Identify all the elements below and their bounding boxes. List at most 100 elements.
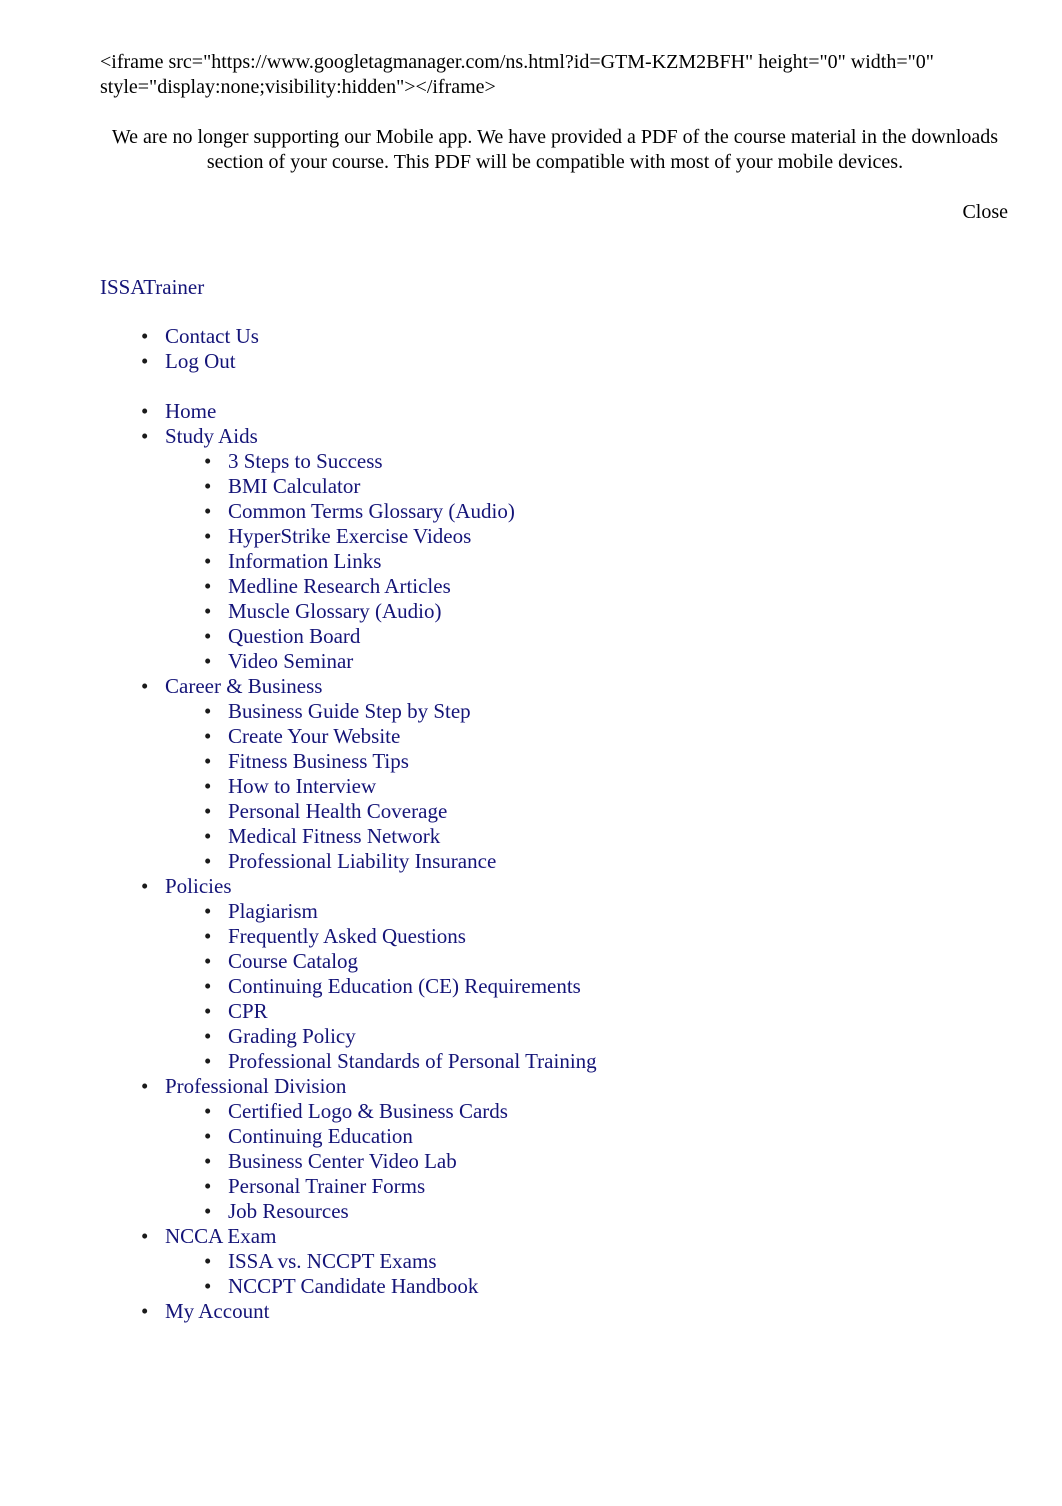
nav-subitem-business-center-video-lab[interactable]: • Business Center Video Lab <box>0 1149 1062 1174</box>
nav-link-label[interactable]: ISSA vs. NCCPT Exams <box>228 1249 437 1273</box>
nav-link-label[interactable]: Certified Logo & Business Cards <box>228 1099 508 1123</box>
nav-link-label[interactable]: Medical Fitness Network <box>228 824 440 848</box>
nav-item-home[interactable]: • Home <box>0 399 1062 424</box>
nav-subitem-professional-liability-insurance[interactable]: • Professional Liability Insurance <box>0 849 1062 874</box>
nav-link-label[interactable]: Grading Policy <box>228 1024 356 1048</box>
nav-subitem-information-links[interactable]: • Information Links <box>0 549 1062 574</box>
nav-subitem-issa-vs-nccpt-exams[interactable]: • ISSA vs. NCCPT Exams <box>0 1249 1062 1274</box>
nav-link-label[interactable]: Career & Business <box>165 674 322 698</box>
nav-subitem-plagiarism[interactable]: • Plagiarism <box>0 899 1062 924</box>
nav-subitem-certified-logo-and-business-cards[interactable]: • Certified Logo & Business Cards <box>0 1099 1062 1124</box>
nav-subitem-bmi-calculator[interactable]: • BMI Calculator <box>0 474 1062 499</box>
nav-subitem-video-seminar[interactable]: • Video Seminar <box>0 649 1062 674</box>
bullet-icon: • <box>204 899 212 923</box>
close-button[interactable]: Close <box>962 201 1008 223</box>
nav-link-label[interactable]: 3 Steps to Success <box>228 449 383 473</box>
google-tag-manager-iframe-code: <iframe src="https://www.googletagmanage… <box>100 51 934 98</box>
nav-item-career-and-business[interactable]: • Career & Business <box>0 674 1062 699</box>
nav-subitem-job-resources[interactable]: • Job Resources <box>0 1199 1062 1224</box>
bullet-icon: • <box>204 624 212 648</box>
nav-subitem-how-to-interview[interactable]: • How to Interview <box>0 774 1062 799</box>
nav-subitem-grading-policy[interactable]: • Grading Policy <box>0 1024 1062 1049</box>
bullet-icon: • <box>204 924 212 948</box>
nav-subitem-medline-research-articles[interactable]: • Medline Research Articles <box>0 574 1062 599</box>
nav-item-contact-us[interactable]: • Contact Us <box>0 324 1062 349</box>
nav-link-label[interactable]: Log Out <box>165 349 236 373</box>
main-nav-list: • Home • Study Aids • 3 Steps to Success… <box>0 399 1062 1324</box>
nav-item-log-out[interactable]: • Log Out <box>0 349 1062 374</box>
nav-link-label[interactable]: NCCA Exam <box>165 1224 276 1248</box>
nav-subitem-muscle-glossary[interactable]: • Muscle Glossary (Audio) <box>0 599 1062 624</box>
nav-link-label[interactable]: Home <box>165 399 216 423</box>
nav-link-label[interactable]: HyperStrike Exercise Videos <box>228 524 471 548</box>
nav-link-label[interactable]: Create Your Website <box>228 724 400 748</box>
nav-subitem-continuing-education[interactable]: • Continuing Education <box>0 1124 1062 1149</box>
nav-subitem-business-guide-step-by-step[interactable]: • Business Guide Step by Step <box>0 699 1062 724</box>
nav-link-label[interactable]: Policies <box>165 874 232 898</box>
bullet-icon: • <box>141 674 149 698</box>
nav-link-label[interactable]: Continuing Education (CE) Requirements <box>228 974 581 998</box>
page-root: <iframe src="https://www.googletagmanage… <box>0 0 1062 1506</box>
bullet-icon: • <box>204 1199 212 1223</box>
nav-subitem-common-terms-glossary[interactable]: • Common Terms Glossary (Audio) <box>0 499 1062 524</box>
nav-subitem-3-steps-to-success[interactable]: • 3 Steps to Success <box>0 449 1062 474</box>
nav-link-label[interactable]: My Account <box>165 1299 269 1323</box>
nav-link-label[interactable]: Professional Liability Insurance <box>228 849 496 873</box>
nav-subitem-personal-trainer-forms[interactable]: • Personal Trainer Forms <box>0 1174 1062 1199</box>
nav-link-label[interactable]: BMI Calculator <box>228 474 360 498</box>
main-navigation: • Home • Study Aids • 3 Steps to Success… <box>0 399 1062 1324</box>
bullet-icon: • <box>204 1024 212 1048</box>
bullet-icon: • <box>141 1074 149 1098</box>
nav-link-label[interactable]: Business Guide Step by Step <box>228 699 471 723</box>
nav-link-label[interactable]: Personal Trainer Forms <box>228 1174 425 1198</box>
nav-link-label[interactable]: Personal Health Coverage <box>228 799 447 823</box>
bullet-icon: • <box>141 424 149 448</box>
bullet-icon: • <box>204 474 212 498</box>
nav-link-label[interactable]: Job Resources <box>228 1199 349 1223</box>
nav-link-label[interactable]: Course Catalog <box>228 949 358 973</box>
nav-link-label[interactable]: Frequently Asked Questions <box>228 924 466 948</box>
nav-subitem-continuing-education-requirements[interactable]: • Continuing Education (CE) Requirements <box>0 974 1062 999</box>
nav-subitem-frequently-asked-questions[interactable]: • Frequently Asked Questions <box>0 924 1062 949</box>
bullet-icon: • <box>204 649 212 673</box>
nav-item-ncca-exam[interactable]: • NCCA Exam <box>0 1224 1062 1249</box>
bullet-icon: • <box>204 799 212 823</box>
nav-subitem-question-board[interactable]: • Question Board <box>0 624 1062 649</box>
bullet-icon: • <box>204 999 212 1023</box>
nav-link-label[interactable]: Information Links <box>228 549 381 573</box>
utility-navigation: • Contact Us • Log Out <box>0 324 1062 374</box>
nav-subitem-personal-health-coverage[interactable]: • Personal Health Coverage <box>0 799 1062 824</box>
nav-link-label[interactable]: Muscle Glossary (Audio) <box>228 599 441 623</box>
nav-link-label[interactable]: Plagiarism <box>228 899 318 923</box>
site-title[interactable]: ISSATrainer <box>100 275 204 300</box>
nav-link-label[interactable]: How to Interview <box>228 774 376 798</box>
nav-link-label[interactable]: Video Seminar <box>228 649 353 673</box>
nav-subitem-create-your-website[interactable]: • Create Your Website <box>0 724 1062 749</box>
bullet-icon: • <box>204 524 212 548</box>
nav-link-label[interactable]: Fitness Business Tips <box>228 749 409 773</box>
nav-link-label[interactable]: Study Aids <box>165 424 258 448</box>
nav-link-label[interactable]: Common Terms Glossary (Audio) <box>228 499 515 523</box>
nav-item-policies[interactable]: • Policies <box>0 874 1062 899</box>
nav-link-label[interactable]: Professional Standards of Personal Train… <box>228 1049 597 1073</box>
nav-link-label[interactable]: Contact Us <box>165 324 259 348</box>
nav-subitem-professional-standards-of-personal-training[interactable]: • Professional Standards of Personal Tra… <box>0 1049 1062 1074</box>
nav-subitem-fitness-business-tips[interactable]: • Fitness Business Tips <box>0 749 1062 774</box>
nav-subitem-nccpt-candidate-handbook[interactable]: • NCCPT Candidate Handbook <box>0 1274 1062 1299</box>
nav-subitem-cpr[interactable]: • CPR <box>0 999 1062 1024</box>
nav-link-label[interactable]: Business Center Video Lab <box>228 1149 457 1173</box>
bullet-icon: • <box>204 449 212 473</box>
nav-link-label[interactable]: Question Board <box>228 624 360 648</box>
nav-item-my-account[interactable]: • My Account <box>0 1299 1062 1324</box>
utility-nav-list: • Contact Us • Log Out <box>0 324 1062 374</box>
nav-subitem-medical-fitness-network[interactable]: • Medical Fitness Network <box>0 824 1062 849</box>
nav-item-study-aids[interactable]: • Study Aids <box>0 424 1062 449</box>
nav-link-label[interactable]: Continuing Education <box>228 1124 413 1148</box>
nav-item-professional-division[interactable]: • Professional Division <box>0 1074 1062 1099</box>
nav-subitem-hyperstrike-exercise-videos[interactable]: • HyperStrike Exercise Videos <box>0 524 1062 549</box>
nav-link-label[interactable]: NCCPT Candidate Handbook <box>228 1274 478 1298</box>
nav-link-label[interactable]: CPR <box>228 999 268 1023</box>
nav-link-label[interactable]: Medline Research Articles <box>228 574 451 598</box>
nav-link-label[interactable]: Professional Division <box>165 1074 346 1098</box>
nav-subitem-course-catalog[interactable]: • Course Catalog <box>0 949 1062 974</box>
